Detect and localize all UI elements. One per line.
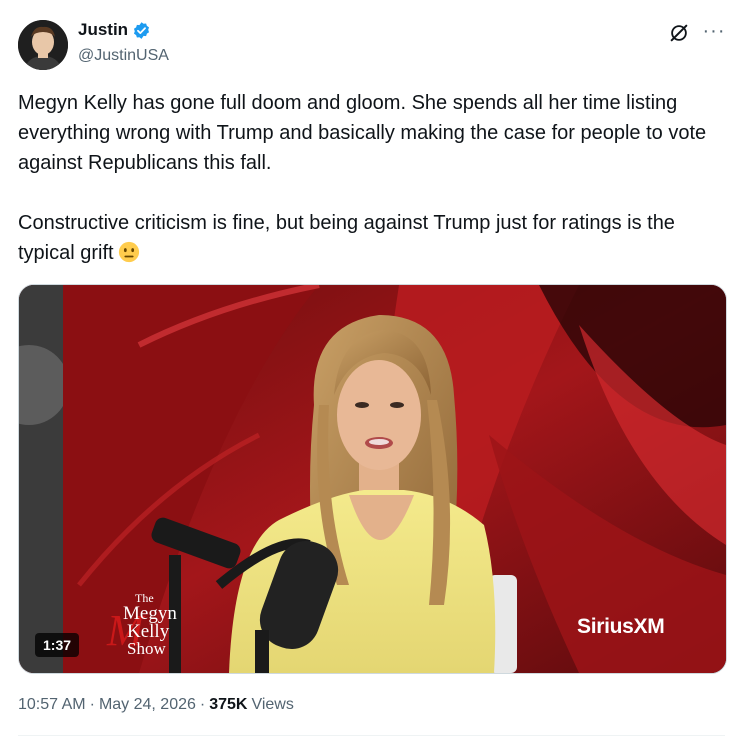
tweet-date[interactable]: May 24, 2026 [99,696,196,714]
views-count: 375K [209,696,248,713]
video-duration-badge: 1:37 [35,633,80,657]
verified-badge-icon[interactable] [132,21,151,40]
neutral-face-emoji-icon [118,241,140,263]
more-icon[interactable]: ··· [701,18,727,44]
tweet-paragraph-1: Megyn Kelly has gone full doom and gloom… [18,92,707,174]
author-display-name[interactable]: Justin [78,20,128,40]
tweet-text: Megyn Kelly has gone full doom and gloom… [18,88,723,268]
tweet-paragraph-2: Constructive criticism is fine, but bein… [18,208,723,268]
author-name-row[interactable]: Justin [78,20,151,40]
author-handle[interactable]: @JustinUSA [78,47,169,65]
avatar[interactable] [18,20,68,70]
show-logo: M The Megyn Kelly Show [107,591,207,661]
tweet-metadata: 10:57 AM · May 24, 2026 · 375K Views [18,696,294,714]
views-label: Views [251,696,294,713]
meta-separator: · [89,696,95,713]
video-player[interactable]: M The Megyn Kelly Show SiriusXM 1:37 [18,284,727,674]
meta-separator: · [199,696,206,713]
tweet-paragraph-2-text: Constructive criticism is fine, but bein… [18,212,675,264]
siriusxm-watermark: SiriusXM [577,615,665,638]
divider [18,735,725,736]
tweet-time[interactable]: 10:57 AM [18,696,86,714]
tweet-card: Justin @JustinUSA ··· Megyn Kelly has go… [0,0,743,742]
show-logo-show: Show [127,639,166,658]
grok-icon[interactable] [668,22,690,44]
